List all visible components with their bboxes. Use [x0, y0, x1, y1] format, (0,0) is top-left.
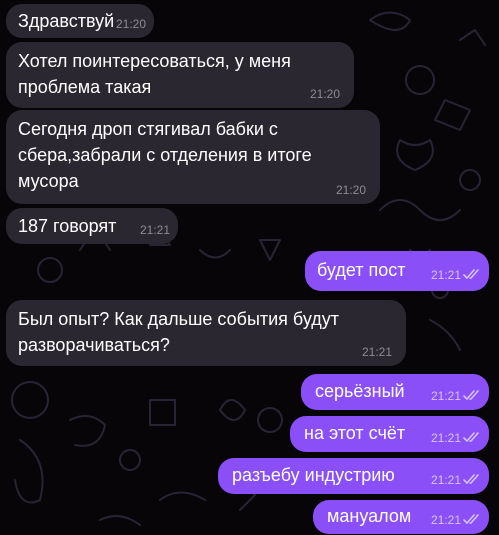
message-time-label: 21:21	[361, 345, 392, 359]
message-time: 21:20	[336, 183, 366, 197]
message-time: 21:21	[431, 431, 481, 446]
message-time-label: 21:20	[309, 87, 340, 101]
double-check-icon	[463, 474, 481, 488]
message-time-label: 21:20	[335, 183, 366, 197]
message-text: разъебу индустрию	[232, 465, 395, 485]
double-check-icon	[463, 269, 481, 283]
message-time-label: 21:21	[430, 389, 461, 403]
message-time-label: 21:21	[139, 223, 170, 237]
message-text: Был опыт? Как дальше события будут разво…	[18, 309, 339, 355]
message-text: 187 говорят	[18, 216, 117, 236]
message-time: 21:21	[431, 389, 481, 404]
message-text: серьёзный	[315, 381, 405, 401]
message-time: 21:21	[431, 473, 481, 488]
message-time-label: 21:21	[430, 268, 461, 282]
message-time-label: 21:21	[430, 513, 461, 527]
double-check-icon	[463, 514, 481, 528]
outgoing-message[interactable]: разъебу индустрию 21:21	[218, 458, 489, 494]
outgoing-message[interactable]: серьёзный 21:21	[301, 374, 489, 410]
incoming-message[interactable]: Сегодня дроп стягивал бабки с сбера,забр…	[6, 110, 380, 204]
message-text: мануалом	[327, 506, 412, 526]
message-text: Здравствуй	[18, 11, 115, 31]
message-text: на этот счёт	[304, 423, 406, 443]
message-time-label: 21:20	[115, 17, 146, 31]
message-time-label: 21:21	[430, 431, 461, 445]
incoming-message[interactable]: Здравствуй 21:20	[6, 4, 154, 38]
incoming-message[interactable]: 187 говорят 21:21	[6, 208, 178, 244]
outgoing-message[interactable]: на этот счёт 21:21	[290, 416, 489, 452]
message-text: будет пост	[317, 260, 406, 280]
message-text: Хотел поинтересоваться, у меня проблема …	[18, 51, 291, 97]
double-check-icon	[463, 390, 481, 404]
message-time: 21:21	[431, 268, 481, 283]
message-time: 21:20	[310, 87, 340, 101]
message-time: 21:21	[431, 513, 481, 528]
double-check-icon	[463, 432, 481, 446]
message-time: 21:21	[140, 223, 170, 237]
message-time: 21:21	[362, 345, 392, 359]
outgoing-message[interactable]: будет пост 21:21	[305, 251, 489, 291]
message-text: Сегодня дроп стягивал бабки с сбера,забр…	[18, 119, 312, 191]
incoming-message[interactable]: Хотел поинтересоваться, у меня проблема …	[6, 42, 354, 108]
incoming-message[interactable]: Был опыт? Как дальше события будут разво…	[6, 300, 406, 366]
message-time: 21:20	[116, 17, 146, 31]
message-time-label: 21:21	[430, 473, 461, 487]
outgoing-message[interactable]: мануалом 21:21	[313, 500, 489, 534]
